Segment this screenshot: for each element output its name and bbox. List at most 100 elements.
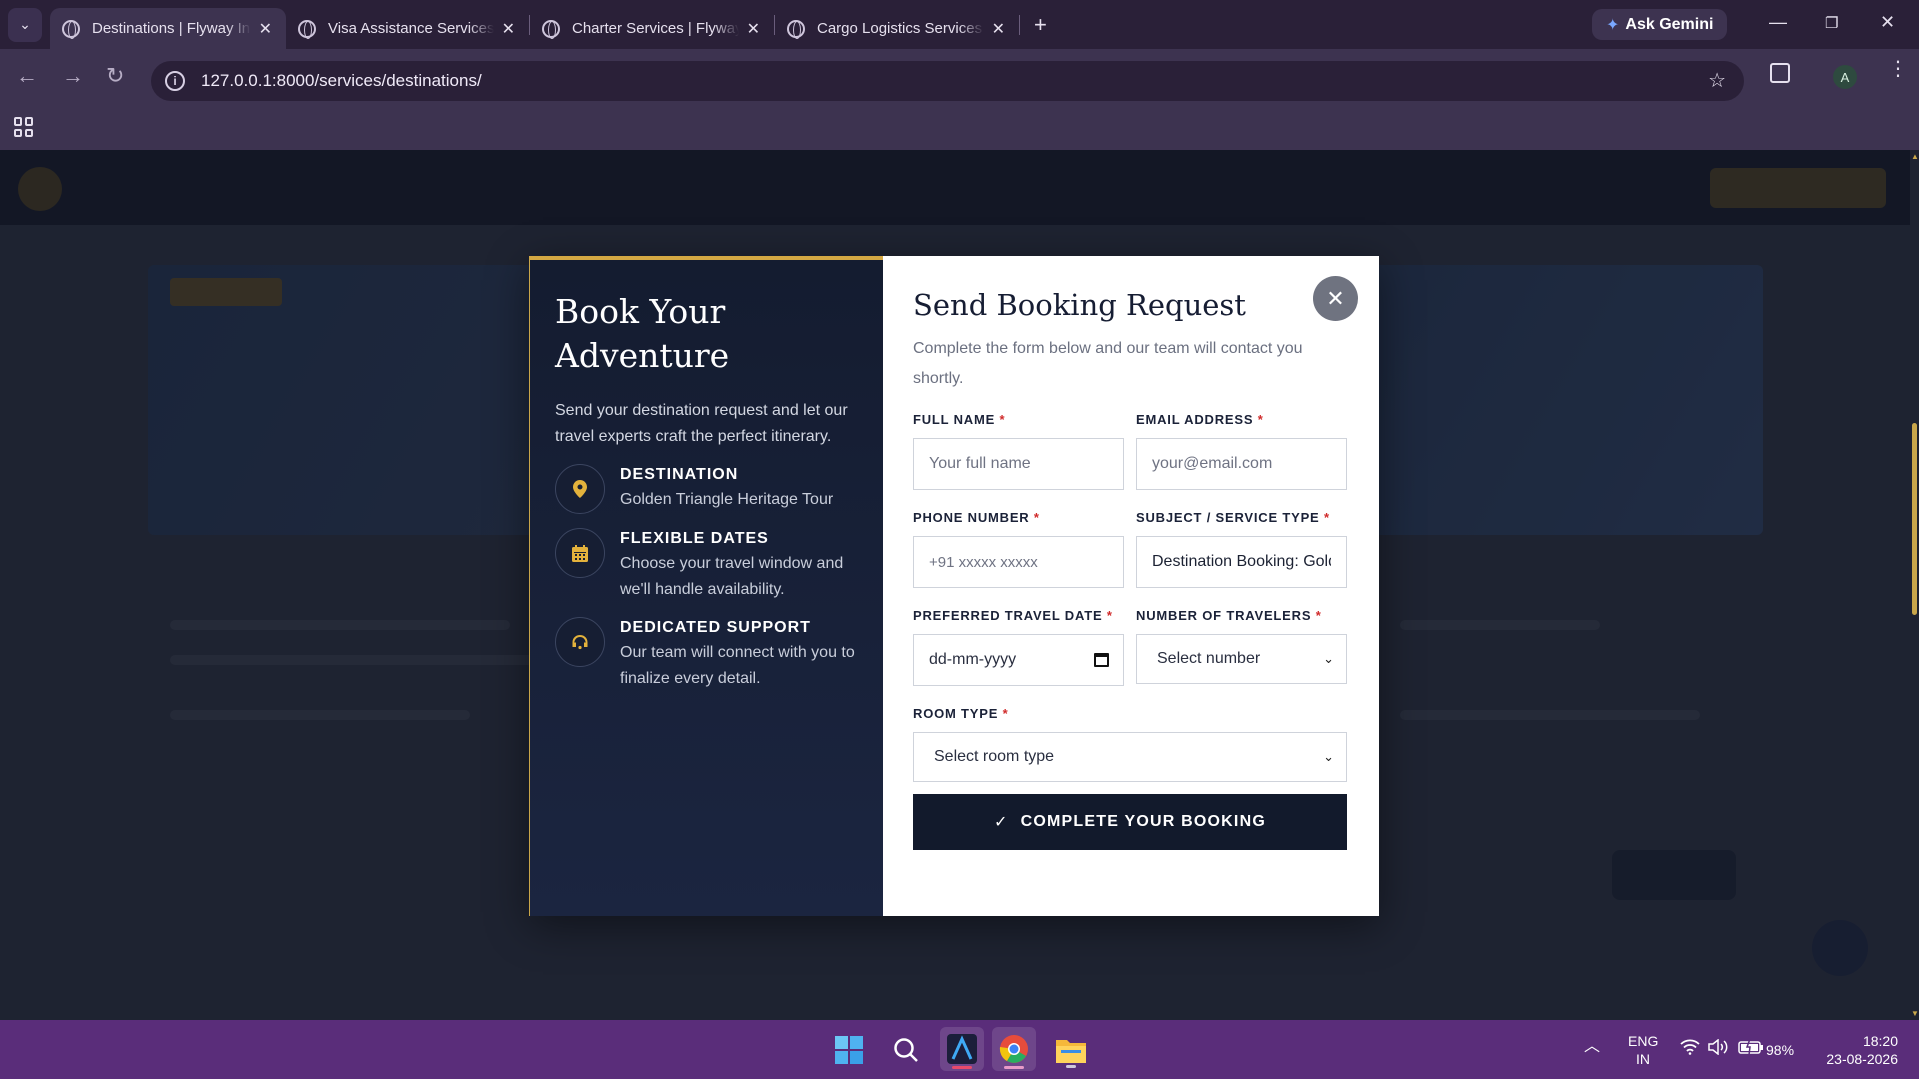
tab-title: Charter Services | Flyway India Pvt Ltd (572, 20, 739, 37)
tab-destinations[interactable]: Destinations | Flyway India Pvt Ltd ✕ (50, 8, 286, 49)
globe-icon (62, 19, 80, 39)
apps-grid-icon[interactable] (14, 117, 34, 137)
battery-charging-icon[interactable] (1738, 1038, 1764, 1059)
clock[interactable]: 18:20 23-08-2026 (1814, 1032, 1898, 1068)
url-omnibox[interactable]: i 127.0.0.1:8000/services/destinations/ … (151, 61, 1744, 101)
chevron-down-icon: ⌄ (19, 16, 31, 32)
ask-gemini-button[interactable]: ✦ Ask Gemini (1592, 9, 1728, 40)
new-tab-button[interactable]: + (1034, 12, 1047, 38)
feature-flexible-dates: FLEXIBLE DATES Choose your travel window… (555, 528, 857, 603)
tab-title: Cargo Logistics Services | Flyway India (817, 20, 984, 37)
reload-icon[interactable]: ↻ (106, 63, 124, 89)
scrollbar-thumb[interactable] (1912, 423, 1917, 615)
booking-form-panel: ✕ Send Booking Request Complete the form… (883, 256, 1379, 916)
close-tab-icon[interactable]: ✕ (747, 19, 760, 39)
email-input[interactable] (1136, 438, 1347, 490)
form-subtitle: Complete the form below and our team wil… (913, 340, 1303, 387)
site-info-icon[interactable]: i (165, 71, 185, 91)
feature-title: FLEXIBLE DATES (620, 530, 769, 547)
chevron-down-icon: ⌄ (1323, 749, 1334, 764)
travelers-field-group: NUMBER OF TRAVELERS * Select number ⌄ (1136, 608, 1347, 686)
show-hidden-icons-chevron-icon[interactable]: ︿ (1584, 1038, 1600, 1056)
open-app-indicator (1066, 1065, 1076, 1068)
page-scrollbar[interactable]: ▲ ▼ (1910, 150, 1919, 1020)
tab-title: Destinations | Flyway India Pvt Ltd (92, 20, 251, 37)
window-close-icon[interactable]: ✕ (1880, 12, 1895, 33)
file-explorer-icon[interactable] (1051, 1030, 1091, 1070)
clock-date: 23-08-2026 (1826, 1051, 1898, 1067)
travelers-select[interactable]: Select number ⌄ (1136, 634, 1347, 684)
calendar-picker-icon[interactable] (1094, 653, 1109, 667)
tab-title: Visa Assistance Services | Flyway India (328, 20, 494, 37)
clock-time: 18:20 (1862, 1033, 1898, 1049)
minimize-icon[interactable]: — (1769, 12, 1787, 33)
search-icon[interactable] (886, 1030, 926, 1070)
full-name-input[interactable] (913, 438, 1124, 490)
feature-title: DESTINATION (620, 466, 739, 483)
feature-destination: DESTINATION Golden Triangle Heritage Tou… (555, 464, 857, 514)
room-type-select[interactable]: Select room type ⌄ (913, 732, 1347, 782)
chevron-down-icon: ⌄ (1323, 651, 1334, 666)
browser-menu-icon[interactable]: ⋮ (1888, 59, 1908, 79)
bookmarks-bar (0, 105, 1919, 150)
close-tab-icon[interactable]: ✕ (992, 19, 1005, 39)
checkmark-icon: ✓ (994, 814, 1009, 831)
booking-form: FULL NAME * EMAIL ADDRESS * PHONE NUMBER… (913, 412, 1347, 802)
chrome-app-icon[interactable] (992, 1027, 1036, 1071)
url-text[interactable]: 127.0.0.1:8000/services/destinations/ (201, 71, 482, 91)
globe-icon (298, 19, 316, 39)
tab-charter[interactable]: Charter Services | Flyway India Pvt Ltd … (530, 8, 774, 49)
email-field-group: EMAIL ADDRESS * (1136, 412, 1347, 490)
restore-icon[interactable]: ❐ (1825, 14, 1838, 32)
globe-icon (787, 19, 805, 39)
forward-arrow-icon[interactable]: → (62, 63, 84, 89)
tab-cargo[interactable]: Cargo Logistics Services | Flyway India … (775, 8, 1019, 49)
gemini-sparkle-icon: ✦ (1606, 16, 1620, 34)
tab-visa[interactable]: Visa Assistance Services | Flyway India … (286, 8, 529, 49)
wifi-icon[interactable] (1680, 1039, 1700, 1059)
close-icon: ✕ (1326, 285, 1345, 311)
tab-search-button[interactable]: ⌄ (8, 7, 42, 42)
active-app-indicator (952, 1066, 972, 1069)
travel-date-label: PREFERRED TRAVEL DATE * (913, 608, 1113, 623)
browser-tab-bar: ⌄ Destinations | Flyway India Pvt Ltd ✕ … (0, 0, 1919, 49)
back-arrow-icon[interactable]: ← (16, 63, 38, 89)
close-modal-button[interactable]: ✕ (1313, 276, 1358, 321)
battery-percentage: 98% (1766, 1042, 1795, 1058)
scroll-up-arrow-icon[interactable]: ▲ (1911, 152, 1919, 161)
info-panel-title: Book Your Adventure (555, 292, 730, 375)
tab-separator (1019, 14, 1020, 35)
full-name-field-group: FULL NAME * (913, 412, 1124, 490)
code-editor-app-icon[interactable] (940, 1027, 984, 1071)
info-panel-subtitle: Send your destination request and let ou… (555, 402, 848, 445)
travelers-selected-value: Select number (1157, 650, 1261, 667)
complete-booking-button[interactable]: ✓ COMPLETE YOUR BOOKING (913, 794, 1347, 850)
address-bar-row: ← → ↻ i 127.0.0.1:8000/services/destinat… (0, 49, 1919, 105)
subject-input[interactable] (1136, 536, 1347, 588)
phone-label: PHONE NUMBER * (913, 510, 1040, 525)
bookmark-star-icon[interactable]: ☆ (1708, 68, 1726, 93)
phone-input[interactable] (913, 536, 1124, 588)
scroll-down-arrow-icon[interactable]: ▼ (1911, 1009, 1919, 1018)
headset-icon (555, 617, 605, 667)
windows-start-icon[interactable] (829, 1030, 869, 1070)
full-name-label: FULL NAME * (913, 412, 1006, 427)
ask-gemini-label: Ask Gemini (1625, 15, 1714, 33)
feature-description: Our team will connect with you to finali… (620, 644, 855, 687)
extensions-icon[interactable] (1770, 63, 1790, 83)
close-tab-icon[interactable]: ✕ (502, 19, 515, 39)
date-placeholder: dd-mm-yyyy (929, 651, 1017, 668)
room-type-field-group: ROOM TYPE * Select room type ⌄ (913, 706, 1347, 782)
close-tab-icon[interactable]: ✕ (259, 19, 272, 39)
region-code: IN (1636, 1051, 1650, 1067)
active-app-indicator (1004, 1066, 1024, 1069)
subject-field-group: SUBJECT / SERVICE TYPE * (1136, 510, 1347, 588)
volume-icon[interactable] (1708, 1038, 1730, 1059)
travel-date-field-group: PREFERRED TRAVEL DATE * dd-mm-yyyy (913, 608, 1124, 686)
profile-avatar[interactable]: A (1833, 65, 1857, 89)
location-pin-icon (555, 464, 605, 514)
form-title: Send Booking Request (913, 288, 1246, 322)
language-indicator[interactable]: ENG IN (1628, 1032, 1658, 1068)
travelers-label: NUMBER OF TRAVELERS * (1136, 608, 1322, 623)
travel-date-input[interactable]: dd-mm-yyyy (913, 634, 1124, 686)
